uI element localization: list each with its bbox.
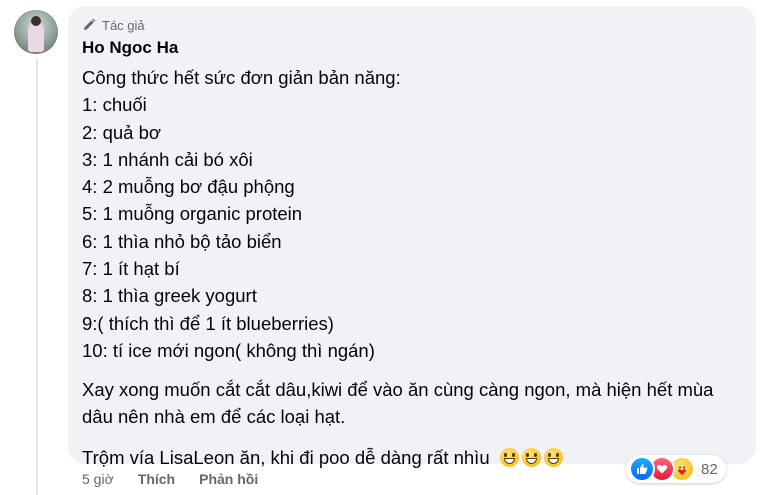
comment-paragraph: Xay xong muốn cắt cắt dâu,kiwi để vào ăn…: [82, 379, 714, 428]
recipe-lines: Công thức hết sức đơn giản bản năng: 1: c…: [82, 64, 742, 364]
recipe-item: 9:( thích thì để 1 ít blueberries): [82, 312, 334, 334]
avatar[interactable]: [14, 10, 58, 54]
author-name[interactable]: Ho Ngoc Ha: [82, 38, 178, 58]
emoji-group: [499, 448, 563, 468]
pencil-icon: [82, 18, 96, 32]
timestamp[interactable]: 5 giờ: [82, 471, 114, 487]
recipe-item: 7: 1 ít hạt bí: [82, 258, 180, 280]
badge-label: Tác giả: [102, 17, 145, 33]
recipe-item: 10: tí ice mới ngon( không thì ngán): [82, 339, 375, 361]
comment-body: Công thức hết sức đơn giản bản năng: 1: c…: [82, 64, 742, 471]
grinning-face-icon: [499, 448, 519, 468]
avatar-figure: [28, 22, 44, 52]
reactions-summary[interactable]: 82: [626, 455, 726, 483]
reaction-count: 82: [701, 460, 718, 478]
thread-line: [36, 58, 38, 495]
recipe-item: 2: quả bơ: [82, 121, 161, 143]
recipe-item: 6: 1 thìa nhỏ bộ tảo biển: [82, 230, 282, 252]
comment-actions: 5 giờ Thích Phản hồi: [82, 471, 258, 487]
closing-text: Trộm vía LisaLeon ăn, khi đi poo dễ dàng…: [82, 447, 490, 469]
recipe-item: 1: chuối: [82, 94, 147, 116]
reply-button[interactable]: Phản hồi: [199, 471, 258, 487]
recipe-item: 3: 1 nhánh cải bó xôi: [82, 148, 253, 170]
recipe-item: 8: 1 thìa greek yogurt: [82, 285, 257, 307]
like-button[interactable]: Thích: [138, 471, 175, 487]
recipe-item: 4: 2 muỗng bơ đậu phộng: [82, 176, 295, 198]
recipe-intro: Công thức hết sức đơn giản bản năng:: [82, 67, 401, 88]
like-reaction-icon: [629, 456, 655, 482]
avatar-head: [31, 16, 41, 26]
recipe-item: 5: 1 muỗng organic protein: [82, 203, 303, 225]
grinning-face-icon: [543, 448, 563, 468]
grinning-face-icon: [521, 448, 541, 468]
author-badge: Tác giả: [82, 16, 145, 34]
